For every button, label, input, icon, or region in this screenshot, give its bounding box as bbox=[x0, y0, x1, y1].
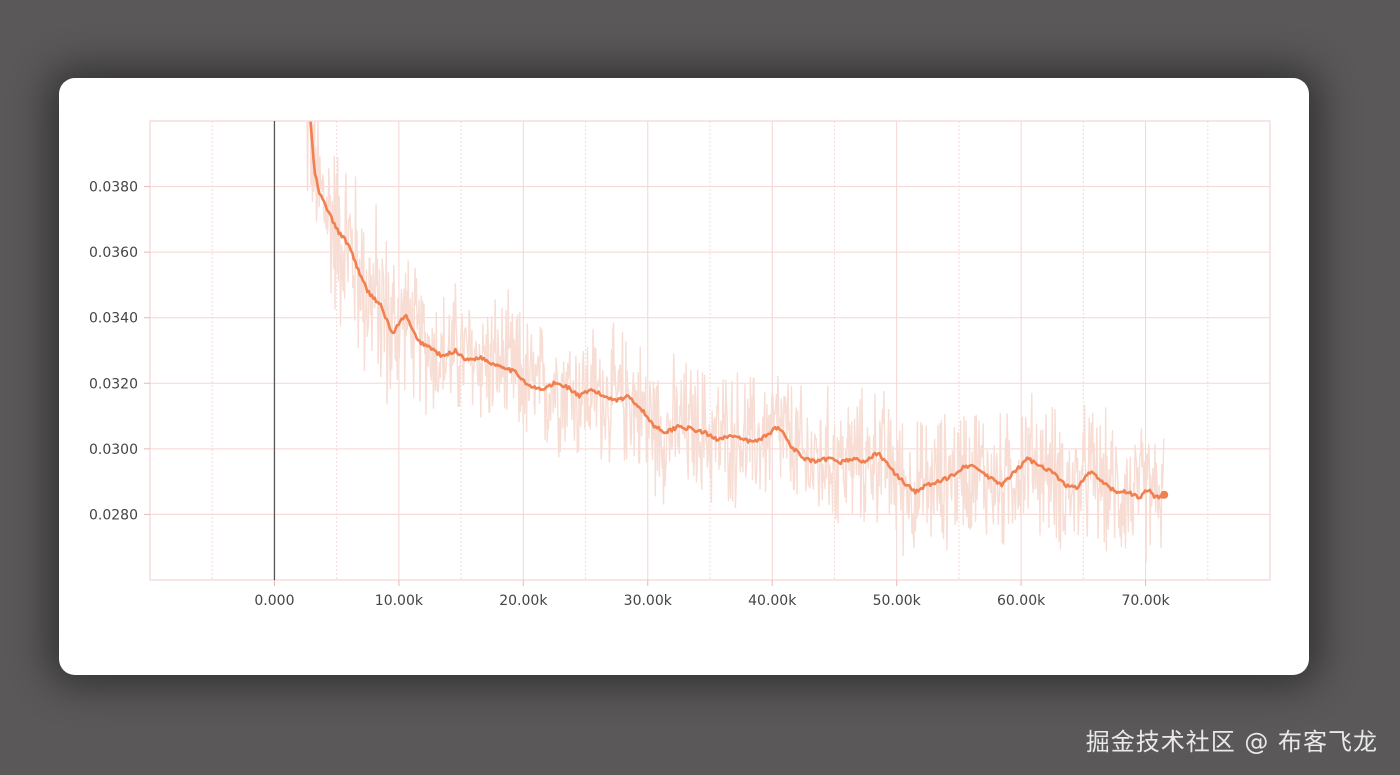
watermark-text: 掘金技术社区 @ 布客飞龙 bbox=[1085, 728, 1378, 756]
x-tick-label: 70.00k bbox=[1121, 593, 1170, 609]
smoothed-end-point bbox=[1160, 490, 1169, 499]
y-tick-label: 0.0300 bbox=[89, 442, 138, 458]
x-tick-label: 10.00k bbox=[375, 593, 424, 609]
y-tick-label: 0.0320 bbox=[89, 376, 138, 392]
loss-chart: 0.000 10.00k 20.00k 30.00k 40.00k 50.00k 60.00… bbox=[89, 120, 1271, 609]
x-tick-label: 20.00k bbox=[499, 593, 548, 609]
x-tick-label: 50.00k bbox=[873, 593, 922, 609]
y-tick-label: 0.0280 bbox=[89, 507, 138, 523]
y-tick-label: 0.0340 bbox=[89, 311, 138, 327]
raw-series-line bbox=[306, 121, 1165, 563]
chart-axes bbox=[144, 121, 1147, 586]
x-tick-label: 40.00k bbox=[748, 593, 797, 609]
tick-labels: 0.000 10.00k 20.00k 30.00k 40.00k 50.00k 60.00… bbox=[89, 180, 1171, 609]
x-tick-label: 0.000 bbox=[254, 593, 294, 609]
y-tick-label: 0.0380 bbox=[89, 180, 138, 196]
x-tick-label: 30.00k bbox=[624, 593, 673, 609]
raw-series bbox=[306, 121, 1165, 563]
y-tick-label: 0.0360 bbox=[89, 245, 138, 261]
x-tick-label: 60.00k bbox=[997, 593, 1046, 609]
